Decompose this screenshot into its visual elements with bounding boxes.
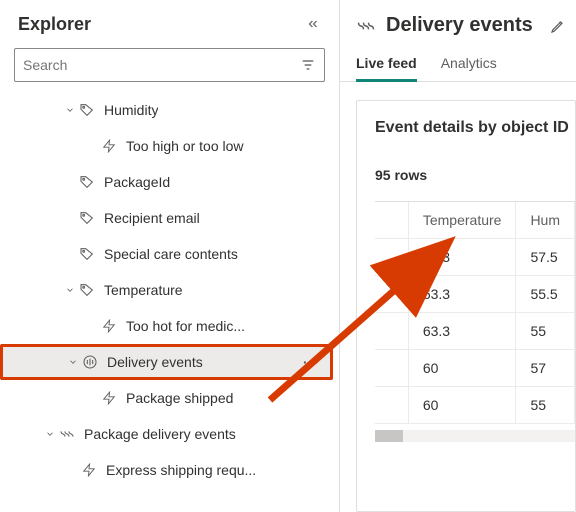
collapse-sidebar-button[interactable] [301,12,325,36]
tag-icon [78,246,96,262]
chevron-double-left-icon [306,17,320,31]
explorer-sidebar: Explorer Humidity T [0,0,340,512]
tree-label: Special care contents [104,246,238,262]
tree-label: Recipient email [104,210,200,226]
tree-scroll[interactable]: Humidity Too high or too low PackageId R… [0,92,339,512]
lightning-icon [80,463,98,477]
sidebar-title: Explorer [18,14,91,35]
tree-node-express[interactable]: Express shipping requ... [0,452,333,488]
eventstream-icon [356,16,376,36]
tree-node-pkg-delivery-events[interactable]: Package delivery events [0,416,333,452]
edit-button[interactable] [550,18,566,34]
main-panel: Delivery events Live feed Analytics Even… [340,0,576,512]
tree-node-delivery-events-child[interactable]: Package shipped [0,380,333,416]
tree-node-packageid[interactable]: PackageId [0,164,333,200]
tree-label: Temperature [104,282,183,298]
col-blank [375,202,408,239]
data-table: Temperature Hum 63.357.5 63.355.5 63.355… [375,202,575,424]
event-details-card: Event details by object ID 95 rows Tempe… [356,100,576,512]
col-humidity[interactable]: Hum [516,202,575,239]
eventstream-icon [58,426,76,442]
tree-node-recipient[interactable]: Recipient email [0,200,333,236]
page-title: Delivery events [386,14,540,37]
table-row[interactable]: 6057 [375,350,575,387]
lightning-icon [100,391,118,405]
tab-analytics[interactable]: Analytics [441,47,497,81]
chevron-down-icon [42,429,58,439]
tree-node-temperature-child[interactable]: Too hot for medic... [0,308,333,344]
more-button[interactable]: ··· [293,354,330,370]
lightning-icon [100,139,118,153]
table-row[interactable]: 6055 [375,387,575,424]
tree-label: Package delivery events [84,426,236,442]
tree-node-humidity[interactable]: Humidity [0,92,333,128]
tag-icon [78,210,96,226]
tree-label: PackageId [104,174,170,190]
tab-live-feed[interactable]: Live feed [356,47,417,81]
tabs: Live feed Analytics [340,41,576,82]
tag-icon [78,174,96,190]
table-row[interactable]: 63.355 [375,313,575,350]
chevron-down-icon [62,285,78,295]
row-count: 95 rows [375,167,575,183]
table-row[interactable]: 63.355.5 [375,276,575,313]
tree-label: Too hot for medic... [126,318,245,334]
pencil-icon [550,18,566,34]
stream-icon [81,354,99,370]
tree-label: Too high or too low [126,138,244,154]
lightning-icon [100,319,118,333]
tree-node-humidity-child[interactable]: Too high or too low [0,128,333,164]
tag-icon [78,102,96,118]
tag-icon [78,282,96,298]
tree-node-special[interactable]: Special care contents [0,236,333,272]
col-temperature[interactable]: Temperature [408,202,516,239]
chevron-down-icon [62,105,78,115]
tree-node-delivery-events[interactable]: Delivery events ··· [0,344,333,380]
search-input-wrapper[interactable] [14,48,325,82]
tree-node-temperature[interactable]: Temperature [0,272,333,308]
horizontal-scrollbar[interactable] [375,430,575,442]
search-input[interactable] [23,57,300,73]
tree-label: Package shipped [126,390,233,406]
card-title: Event details by object ID [375,119,575,137]
chevron-down-icon [65,357,81,367]
table-row[interactable]: 63.357.5 [375,239,575,276]
filter-icon[interactable] [300,57,316,73]
tree-label: Delivery events [107,354,203,370]
tree-label: Humidity [104,102,158,118]
tree-label: Express shipping requ... [106,462,256,478]
